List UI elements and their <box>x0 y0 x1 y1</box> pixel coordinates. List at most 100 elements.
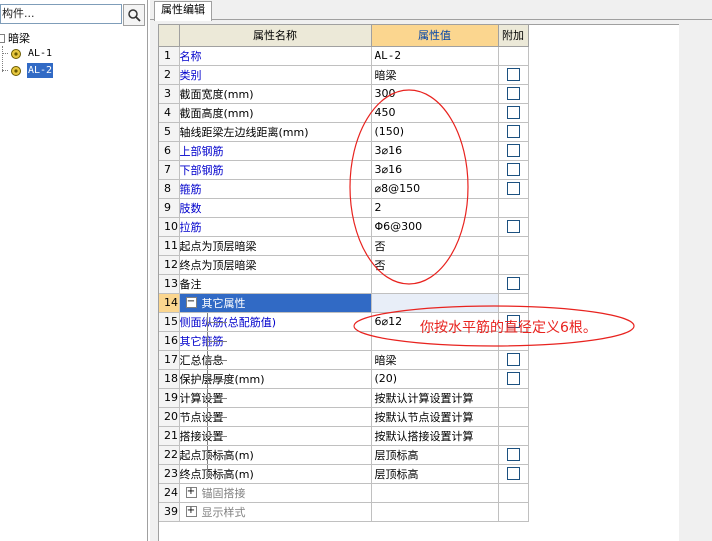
row-number: 12 <box>159 255 180 275</box>
property-value[interactable]: 6⌀12 <box>371 312 499 332</box>
property-value[interactable]: 3⌀16 <box>371 160 499 180</box>
property-name: 保护层厚度(mm) <box>179 369 372 389</box>
property-value[interactable] <box>371 331 499 351</box>
table-row[interactable]: 7 下部钢筋 3⌀16 <box>159 160 679 180</box>
property-value[interactable]: 按默认节点设置计算 <box>371 407 499 427</box>
table-row[interactable]: 16 其它箍筋 <box>159 331 679 351</box>
row-number: 22 <box>159 445 180 465</box>
expand-icon[interactable]: + <box>185 505 197 517</box>
extra-checkbox[interactable] <box>506 163 520 177</box>
extra-checkbox[interactable] <box>506 448 520 462</box>
property-name: 计算设置 <box>179 388 372 408</box>
property-value[interactable] <box>371 274 499 294</box>
table-row[interactable]: 6 上部钢筋 3⌀16 <box>159 141 679 161</box>
extra-checkbox[interactable] <box>506 353 520 367</box>
header-property-value[interactable]: 属性值 <box>371 25 499 47</box>
table-row[interactable]: 5 轴线距梁左边线距离(mm) (150) <box>159 122 679 142</box>
row-number: 20 <box>159 407 180 427</box>
property-value[interactable]: 暗梁 <box>371 65 499 85</box>
table-row[interactable]: 21 搭接设置 按默认搭接设置计算 <box>159 426 679 446</box>
table-row[interactable]: 18 保护层厚度(mm) (20) <box>159 369 679 389</box>
property-grid: 属性名称 属性值 附加 1 名称 AL-2 2 类别 暗梁 3 截面宽度(mm)… <box>158 24 679 541</box>
property-name: 终点顶标高(m) <box>179 464 372 484</box>
property-value[interactable]: 3⌀16 <box>371 141 499 161</box>
extra-cell <box>498 198 529 218</box>
search-button[interactable] <box>123 4 145 26</box>
extra-checkbox[interactable] <box>506 467 520 481</box>
table-row[interactable]: 10 拉筋 Φ6@300 <box>159 217 679 237</box>
extra-checkbox[interactable] <box>506 125 520 139</box>
table-row[interactable]: 1 名称 AL-2 <box>159 46 679 66</box>
table-row[interactable]: 15 侧面纵筋(总配筋值) 6⌀12 <box>159 312 679 332</box>
row-number: 8 <box>159 179 180 199</box>
property-value[interactable]: AL-2 <box>371 46 499 66</box>
row-number: 21 <box>159 426 180 446</box>
group-name-cell[interactable]: − 其它属性 <box>179 293 372 313</box>
group-row-anchor-lap[interactable]: 24 + 锚固搭接 <box>159 483 679 503</box>
extra-checkbox[interactable] <box>506 87 520 101</box>
property-value[interactable]: 300 <box>371 84 499 104</box>
property-value[interactable]: (20) <box>371 369 499 389</box>
property-name: 类别 <box>179 65 372 85</box>
extra-cell <box>498 483 529 503</box>
group-row-display-style[interactable]: 39 + 显示样式 <box>159 502 679 522</box>
row-number: 18 <box>159 369 180 389</box>
grid-header-row: 属性名称 属性值 附加 <box>159 25 679 47</box>
group-name-cell[interactable]: + 锚固搭接 <box>179 483 372 503</box>
property-name: 起点顶标高(m) <box>179 445 372 465</box>
table-row[interactable]: 12 终点为顶层暗梁 否 <box>159 255 679 275</box>
tree-root-label: 暗梁 <box>8 32 30 45</box>
property-name: 拉筋 <box>179 217 372 237</box>
row-number: 10 <box>159 217 180 237</box>
beam-component-icon <box>11 66 21 76</box>
component-search-input[interactable]: 构件... <box>0 4 122 24</box>
extra-checkbox[interactable] <box>506 68 520 82</box>
component-tree-panel: 构件... 暗梁 AL-1 AL-2 <box>0 0 148 541</box>
property-value[interactable]: (150) <box>371 122 499 142</box>
property-value[interactable]: 否 <box>371 236 499 256</box>
extra-checkbox[interactable] <box>506 315 520 329</box>
extra-checkbox[interactable] <box>506 220 520 234</box>
header-extra[interactable]: 附加 <box>498 25 529 47</box>
property-value[interactable]: 2 <box>371 198 499 218</box>
extra-cell <box>498 388 529 408</box>
expand-icon[interactable]: + <box>185 486 197 498</box>
collapse-icon[interactable]: − <box>185 296 197 308</box>
table-row[interactable]: 20 节点设置 按默认节点设置计算 <box>159 407 679 427</box>
property-value[interactable]: 层顶标高 <box>371 445 499 465</box>
property-name: 终点为顶层暗梁 <box>179 255 372 275</box>
property-value[interactable]: 层顶标高 <box>371 464 499 484</box>
property-value[interactable]: 暗梁 <box>371 350 499 370</box>
table-row[interactable]: 17 汇总信息 暗梁 <box>159 350 679 370</box>
property-value[interactable]: 按默认计算设置计算 <box>371 388 499 408</box>
group-name-cell[interactable]: + 显示样式 <box>179 502 372 522</box>
property-value[interactable]: ⌀8@150 <box>371 179 499 199</box>
extra-cell <box>498 331 529 351</box>
property-value[interactable]: 否 <box>371 255 499 275</box>
group-row-other-properties[interactable]: 14 − 其它属性 <box>159 293 679 313</box>
table-row[interactable]: 23 终点顶标高(m) 层顶标高 <box>159 464 679 484</box>
table-row[interactable]: 22 起点顶标高(m) 层顶标高 <box>159 445 679 465</box>
table-row[interactable]: 19 计算设置 按默认计算设置计算 <box>159 388 679 408</box>
table-row[interactable]: 8 箍筋 ⌀8@150 <box>159 179 679 199</box>
extra-checkbox[interactable] <box>506 144 520 158</box>
header-property-name[interactable]: 属性名称 <box>179 25 372 47</box>
table-row[interactable]: 2 类别 暗梁 <box>159 65 679 85</box>
table-row[interactable]: 4 截面高度(mm) 450 <box>159 103 679 123</box>
property-value[interactable]: 按默认搭接设置计算 <box>371 426 499 446</box>
row-number: 1 <box>159 46 180 66</box>
table-row[interactable]: 11 起点为顶层暗梁 否 <box>159 236 679 256</box>
tab-property-edit[interactable]: 属性编辑 <box>154 1 212 21</box>
property-value[interactable]: Φ6@300 <box>371 217 499 237</box>
table-row[interactable]: 9 肢数 2 <box>159 198 679 218</box>
extra-checkbox[interactable] <box>506 182 520 196</box>
row-number: 16 <box>159 331 180 351</box>
collapse-icon[interactable] <box>0 34 5 43</box>
extra-checkbox[interactable] <box>506 372 520 386</box>
extra-checkbox[interactable] <box>506 106 520 120</box>
property-name: 截面宽度(mm) <box>179 84 372 104</box>
table-row[interactable]: 3 截面宽度(mm) 300 <box>159 84 679 104</box>
extra-checkbox[interactable] <box>506 277 520 291</box>
table-row[interactable]: 13 备注 <box>159 274 679 294</box>
property-value[interactable]: 450 <box>371 103 499 123</box>
